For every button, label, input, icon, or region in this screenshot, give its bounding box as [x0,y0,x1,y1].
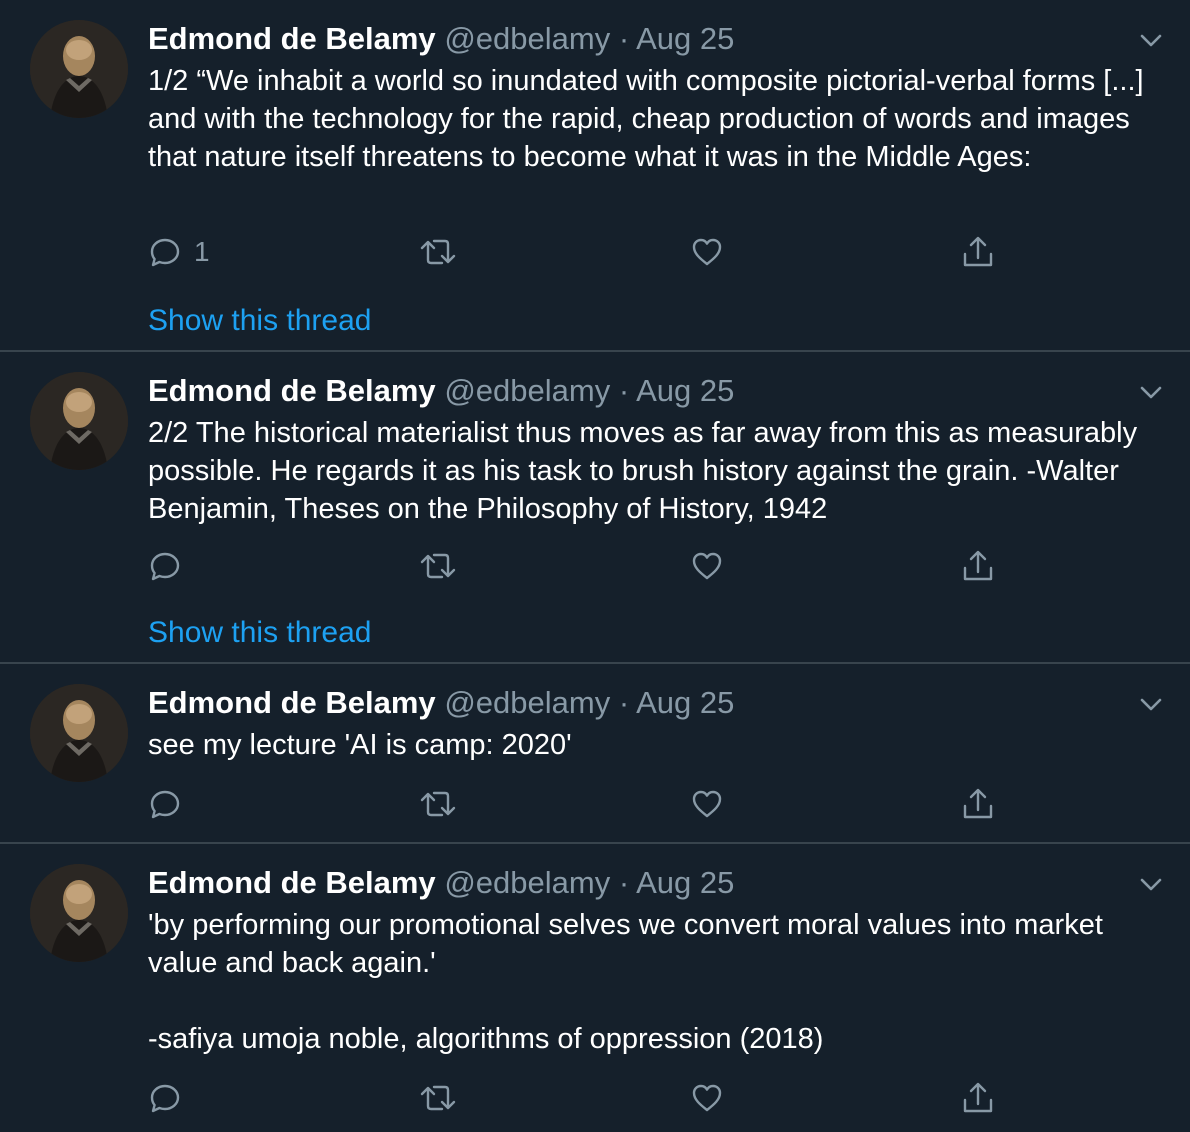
tweet-header: Edmond de Belamy @edbelamy · Aug 25 [148,865,734,901]
chevron-down-icon[interactable] [1138,27,1164,53]
avatar[interactable] [30,684,128,782]
chevron-down-icon[interactable] [1138,691,1164,717]
share-button[interactable] [960,1078,996,1118]
tweet-text: 1/2 “We inhabit a world so inundated wit… [148,65,1152,173]
share-button[interactable] [960,784,996,824]
show-thread-link[interactable]: Show this thread [148,303,371,339]
avatar[interactable] [30,372,128,470]
reply-count: 1 [194,236,210,267]
separator: · [618,373,630,408]
author-handle[interactable]: @edbelamy [444,373,610,408]
tweet-header: Edmond de Belamy @edbelamy · Aug 25 [148,373,734,409]
reply-button[interactable] [148,1078,194,1118]
like-button[interactable] [690,546,724,586]
retweet-icon [418,1081,458,1115]
action-bar [148,1078,1008,1118]
share-button[interactable] [960,232,996,272]
chevron-down-icon[interactable] [1138,379,1164,405]
show-thread-link[interactable]: Show this thread [148,615,371,651]
retweet-button[interactable] [418,546,458,586]
like-button[interactable] [690,232,724,272]
author-name[interactable]: Edmond de Belamy [148,685,436,720]
tweet-date[interactable]: Aug 25 [636,21,734,56]
separator: · [618,21,630,56]
retweet-icon [418,549,458,583]
reply-button[interactable]: 1 [148,232,210,272]
retweet-icon [418,787,458,821]
tweet-header: Edmond de Belamy @edbelamy · Aug 25 [148,21,734,57]
author-name[interactable]: Edmond de Belamy [148,865,436,900]
timeline: Edmond de Belamy @edbelamy · Aug 25 1/2 … [0,0,1190,1132]
author-name[interactable]: Edmond de Belamy [148,373,436,408]
tweet[interactable]: Edmond de Belamy @edbelamy · Aug 25 1/2 … [0,0,1190,352]
retweet-icon [418,235,458,269]
author-name[interactable]: Edmond de Belamy [148,21,436,56]
share-icon [960,786,996,822]
tweet-header: Edmond de Belamy @edbelamy · Aug 25 [148,685,734,721]
like-button[interactable] [690,784,724,824]
action-bar [148,784,1008,824]
author-handle[interactable]: @edbelamy [444,865,610,900]
author-handle[interactable]: @edbelamy [444,685,610,720]
action-bar [148,546,1008,586]
share-icon [960,548,996,584]
retweet-button[interactable] [418,1078,458,1118]
separator: · [618,865,630,900]
chevron-down-icon[interactable] [1138,871,1164,897]
share-button[interactable] [960,546,996,586]
tweet-text: 2/2 The historical materialist thus move… [148,417,1146,525]
tweet-text: see my lecture 'AI is camp: 2020' [148,729,572,761]
heart-icon [690,549,724,583]
share-icon [960,234,996,270]
tweet-text: 'by performing our promotional selves we… [148,909,1103,1055]
separator: · [618,685,630,720]
avatar[interactable] [30,20,128,118]
retweet-button[interactable] [418,232,458,272]
tweet-date[interactable]: Aug 25 [636,685,734,720]
tweet[interactable]: Edmond de Belamy @edbelamy · Aug 25 see … [0,664,1190,844]
reply-button[interactable] [148,546,194,586]
reply-button[interactable] [148,784,194,824]
heart-icon [690,1081,724,1115]
action-bar: 1 [148,232,1008,272]
author-handle[interactable]: @edbelamy [444,21,610,56]
share-icon [960,1080,996,1116]
reply-icon [148,235,182,269]
tweet[interactable]: Edmond de Belamy @edbelamy · Aug 25 'by … [0,844,1190,1132]
reply-icon [148,549,182,583]
tweet-date[interactable]: Aug 25 [636,373,734,408]
tweet[interactable]: Edmond de Belamy @edbelamy · Aug 25 2/2 … [0,352,1190,664]
like-button[interactable] [690,1078,724,1118]
heart-icon [690,235,724,269]
retweet-button[interactable] [418,784,458,824]
avatar[interactable] [30,864,128,962]
tweet-date[interactable]: Aug 25 [636,865,734,900]
reply-icon [148,787,182,821]
reply-icon [148,1081,182,1115]
heart-icon [690,787,724,821]
